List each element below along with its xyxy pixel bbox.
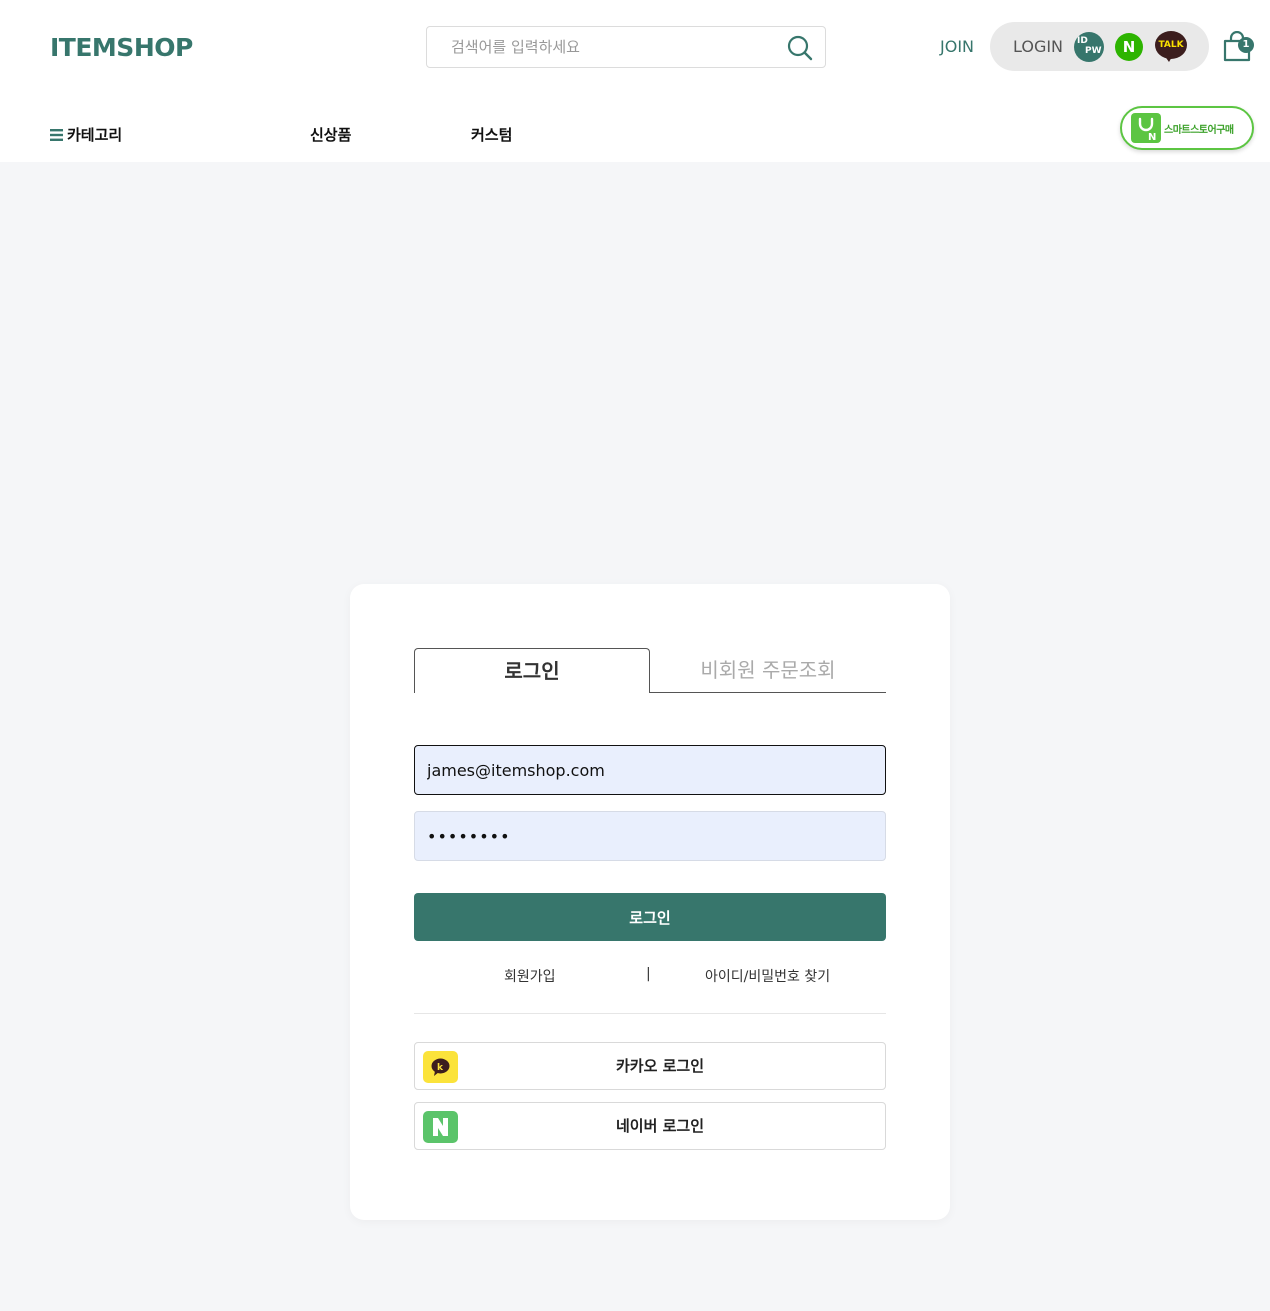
header: ITEMSHOP JOIN LOGIN ID PW N TALK 1 카테고리 … bbox=[0, 0, 1270, 162]
naver-login-label: 네이버 로그인 bbox=[615, 1117, 705, 1135]
link-separator: | bbox=[646, 966, 651, 982]
search-box bbox=[426, 26, 826, 68]
nav-new-products[interactable]: 신상품 bbox=[310, 124, 351, 145]
kakao-login-button[interactable]: k 카카오 로그인 bbox=[414, 1042, 886, 1090]
naver-login-button[interactable]: 네이버 로그인 bbox=[414, 1102, 886, 1150]
signup-link[interactable]: 회원가입 bbox=[504, 966, 556, 986]
search-input[interactable] bbox=[427, 27, 777, 67]
kakao-login-label: 카카오 로그인 bbox=[615, 1057, 705, 1075]
kakao-talk-tail bbox=[1164, 55, 1173, 62]
idpw-pw-text: PW bbox=[1085, 46, 1102, 56]
login-group: LOGIN ID PW N TALK bbox=[990, 22, 1209, 71]
idpw-id-text: ID bbox=[1077, 36, 1088, 46]
login-link[interactable]: LOGIN bbox=[1013, 37, 1063, 56]
smartstore-label: 스마트스토어구매 bbox=[1164, 125, 1234, 136]
tab-login[interactable]: 로그인 bbox=[414, 648, 650, 693]
smartstore-button[interactable]: N 스마트스토어구매 bbox=[1120, 106, 1254, 150]
nav-category-label: 카테고리 bbox=[67, 126, 123, 144]
login-button[interactable]: 로그인 bbox=[414, 893, 886, 941]
nav-category[interactable]: 카테고리 bbox=[50, 124, 122, 145]
nav-custom[interactable]: 커스텀 bbox=[471, 124, 512, 145]
find-account-link[interactable]: 아이디/비밀번호 찾기 bbox=[705, 966, 830, 986]
cart-count-badge: 1 bbox=[1238, 37, 1254, 53]
divider bbox=[414, 1013, 886, 1014]
menu-icon bbox=[50, 129, 63, 141]
email-field[interactable] bbox=[414, 745, 886, 795]
search-icon[interactable] bbox=[785, 33, 815, 63]
account-links: 회원가입 | 아이디/비밀번호 찾기 bbox=[414, 966, 886, 986]
site-logo[interactable]: ITEMSHOP bbox=[50, 33, 193, 62]
tab-guest-order[interactable]: 비회원 주문조회 bbox=[650, 648, 886, 693]
idpw-icon[interactable]: ID PW bbox=[1074, 32, 1104, 62]
naver-icon[interactable]: N bbox=[1115, 33, 1143, 61]
smartstore-bag-icon: N bbox=[1131, 113, 1161, 143]
password-field[interactable] bbox=[414, 811, 886, 861]
svg-text:N: N bbox=[1148, 132, 1156, 143]
join-link[interactable]: JOIN bbox=[940, 37, 974, 56]
login-card: 로그인 비회원 주문조회 로그인 회원가입 | 아이디/비밀번호 찾기 k 카카… bbox=[350, 584, 950, 1220]
